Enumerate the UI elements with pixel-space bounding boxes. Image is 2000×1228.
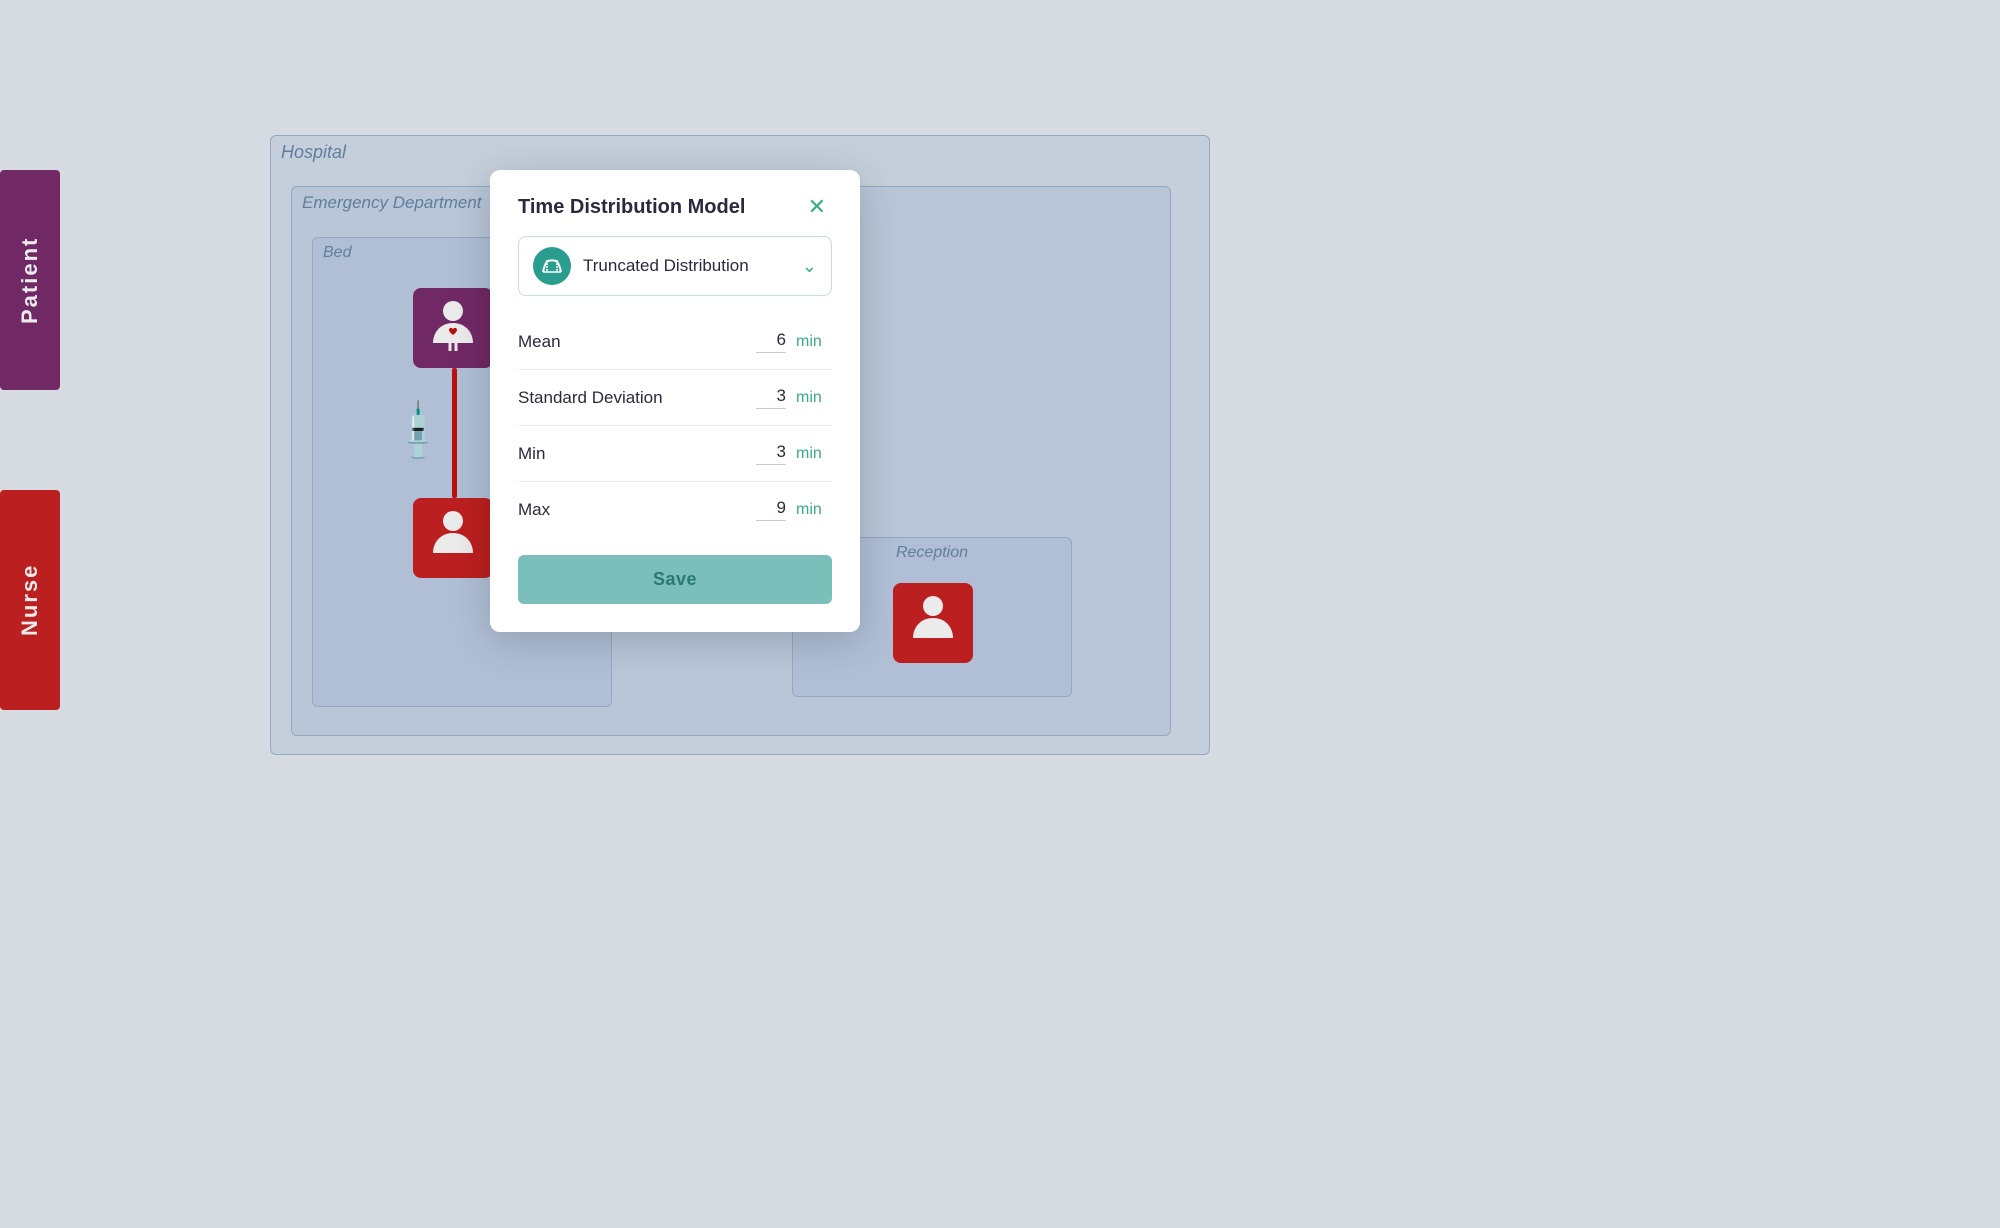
parameters-section: Mean 6 min Standard Deviation 3 min Min … bbox=[490, 314, 860, 537]
save-button[interactable]: Save bbox=[518, 555, 832, 604]
param-value-mean[interactable]: 6 bbox=[756, 330, 786, 353]
param-row-max: Max 9 min bbox=[518, 482, 832, 537]
param-unit-min: min bbox=[796, 445, 832, 463]
modal-overlay bbox=[0, 0, 2000, 1228]
distribution-icon bbox=[533, 247, 571, 285]
modal-title: Time Distribution Model bbox=[518, 196, 745, 219]
param-value-min[interactable]: 3 bbox=[756, 442, 786, 465]
param-unit-max: min bbox=[796, 501, 832, 519]
param-unit-mean: min bbox=[796, 333, 832, 351]
param-label-max: Max bbox=[518, 500, 756, 520]
modal-header: Time Distribution Model ✕ bbox=[490, 170, 860, 236]
param-row-mean: Mean 6 min bbox=[518, 314, 832, 370]
param-label-min: Min bbox=[518, 444, 756, 464]
param-row-min: Min 3 min bbox=[518, 426, 832, 482]
distribution-chart-icon bbox=[540, 254, 564, 278]
distribution-name: Truncated Distribution bbox=[583, 256, 790, 276]
chevron-down-icon: ⌄ bbox=[802, 256, 817, 277]
param-label-std: Standard Deviation bbox=[518, 388, 756, 408]
param-value-max[interactable]: 9 bbox=[756, 498, 786, 521]
param-unit-std: min bbox=[796, 389, 832, 407]
close-button[interactable]: ✕ bbox=[802, 194, 832, 220]
param-row-std: Standard Deviation 3 min bbox=[518, 370, 832, 426]
param-label-mean: Mean bbox=[518, 332, 756, 352]
save-button-container: Save bbox=[490, 537, 860, 632]
time-distribution-modal: Time Distribution Model ✕ Truncated Dist… bbox=[490, 170, 860, 632]
distribution-dropdown[interactable]: Truncated Distribution ⌄ bbox=[518, 236, 832, 296]
param-value-std[interactable]: 3 bbox=[756, 386, 786, 409]
